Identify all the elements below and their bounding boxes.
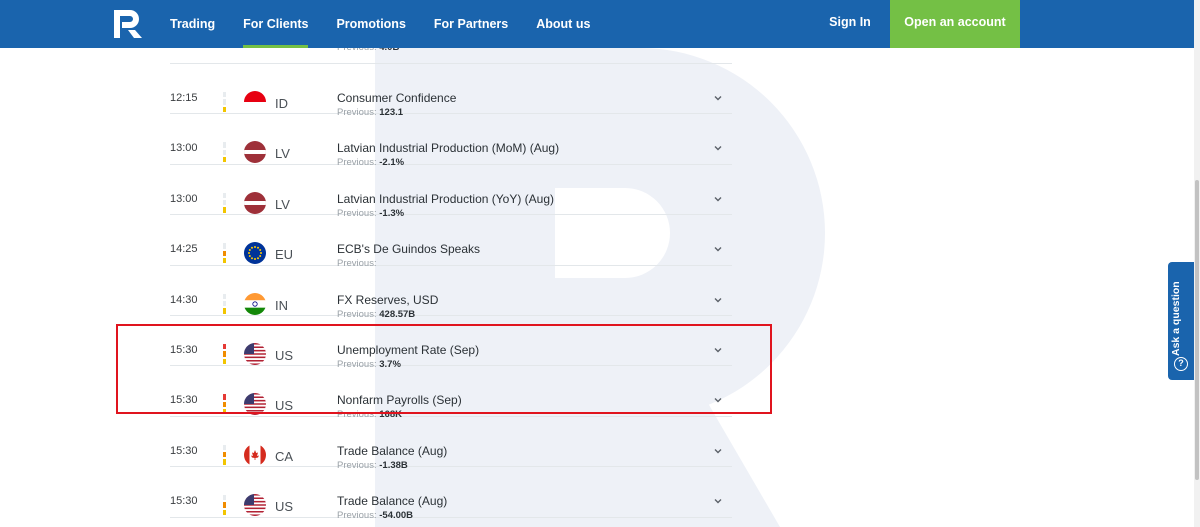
event-name[interactable]: FX Reserves, USD: [337, 293, 438, 307]
importance-indicator: [223, 495, 226, 516]
calendar-event-row[interactable]: 15:30 US Trade Balance (Aug) Previous: -54.…: [170, 467, 732, 521]
event-name[interactable]: Latvian Industrial Production (YoY) (Aug…: [337, 192, 554, 206]
open-account-button[interactable]: Open an account: [890, 0, 1020, 48]
calendar-event-row[interactable]: 14:25 EU ECB's De Guindos Speaks Previous:: [170, 215, 732, 269]
previous-value-text: Previous: 4.0B: [337, 48, 399, 53]
chevron-down-icon[interactable]: [712, 294, 724, 306]
event-time: 12:15: [170, 92, 198, 104]
event-name[interactable]: Latvian Industrial Production (MoM) (Aug…: [337, 141, 559, 155]
nav-item-about-us[interactable]: About us: [536, 0, 590, 48]
ask-question-label: Ask a question: [1170, 281, 1182, 356]
highlight-box: [116, 324, 772, 414]
calendar-event-row[interactable]: 12:15 ID Consumer Confidence Previous: 123.…: [170, 64, 732, 118]
country-code: ID: [275, 96, 288, 111]
country-code: LV: [275, 146, 290, 162]
ask-question-tab[interactable]: Ask a question ?: [1168, 262, 1194, 380]
chevron-down-icon[interactable]: [712, 142, 724, 154]
flag-lv-icon: [244, 141, 266, 164]
importance-indicator: [223, 243, 226, 264]
country-code: IN: [275, 297, 288, 313]
page-scrollbar[interactable]: [1194, 0, 1200, 527]
flag-lv-icon: [244, 191, 266, 214]
event-time: 15:30: [170, 444, 198, 457]
event-time: 14:30: [170, 293, 198, 306]
chevron-down-icon[interactable]: [712, 495, 724, 507]
chevron-down-icon[interactable]: [712, 445, 724, 457]
importance-indicator: [223, 142, 226, 163]
roboforex-logo-icon[interactable]: [112, 8, 144, 40]
top-navigation-bar: Trading For Clients Promotions For Partners…: [0, 0, 1200, 48]
main-nav: Trading For Clients Promotions For Partners…: [170, 0, 590, 48]
chevron-down-icon[interactable]: [712, 193, 724, 205]
importance-indicator: [223, 293, 226, 314]
event-time: 14:25: [170, 243, 198, 256]
nav-item-trading[interactable]: Trading: [170, 0, 215, 48]
chevron-down-icon[interactable]: [712, 243, 724, 255]
event-name[interactable]: Trade Balance (Aug): [337, 494, 447, 508]
importance-indicator: [223, 92, 226, 112]
question-mark-icon: ?: [1174, 357, 1188, 371]
calendar-event-row[interactable]: 13:00 LV Latvian Industrial Production (Mo…: [170, 114, 732, 168]
flag-us-icon: [244, 494, 266, 517]
country-code: US: [275, 499, 294, 515]
chevron-down-icon[interactable]: [712, 92, 724, 104]
calendar-event-row[interactable]: 14:30 IN FX Reserves, USD Previous: 428.57B: [170, 266, 732, 320]
nav-item-for-clients[interactable]: For Clients: [243, 0, 309, 48]
event-name[interactable]: Trade Balance (Aug): [337, 444, 447, 458]
previous-value-text: Previous: -54.00B: [337, 510, 414, 522]
country-code: EU: [275, 247, 294, 263]
country-code: CA: [275, 448, 294, 464]
nav-item-promotions[interactable]: Promotions: [336, 0, 405, 48]
flag-ca-icon: [244, 443, 266, 466]
flag-in-icon: [244, 292, 266, 315]
scrollbar-thumb[interactable]: [1195, 180, 1199, 480]
flag-eu-icon: [244, 242, 266, 265]
event-time: 13:00: [170, 192, 198, 205]
event-time: 13:00: [170, 142, 198, 155]
event-name[interactable]: Consumer Confidence: [337, 91, 456, 105]
sign-in-button[interactable]: Sign In: [810, 0, 890, 48]
calendar-event-row[interactable]: 15:30 CA Trade Balance (Aug) Previous: -1.3…: [170, 417, 732, 471]
country-code: LV: [275, 196, 290, 212]
importance-indicator: [223, 444, 226, 465]
calendar-event-row[interactable]: 13:00 LV Latvian Industrial Production (Yo…: [170, 165, 732, 219]
calendar-event-row[interactable]: Previous: 4.0B: [170, 48, 732, 64]
event-time: 15:30: [170, 495, 198, 508]
event-name[interactable]: ECB's De Guindos Speaks: [337, 242, 480, 256]
flag-id-icon: [244, 91, 266, 113]
nav-item-for-partners[interactable]: For Partners: [434, 0, 508, 48]
economic-calendar-list: Previous: 4.0B 12:15 ID Consumer Confidence…: [170, 48, 732, 521]
importance-indicator: [223, 192, 226, 213]
